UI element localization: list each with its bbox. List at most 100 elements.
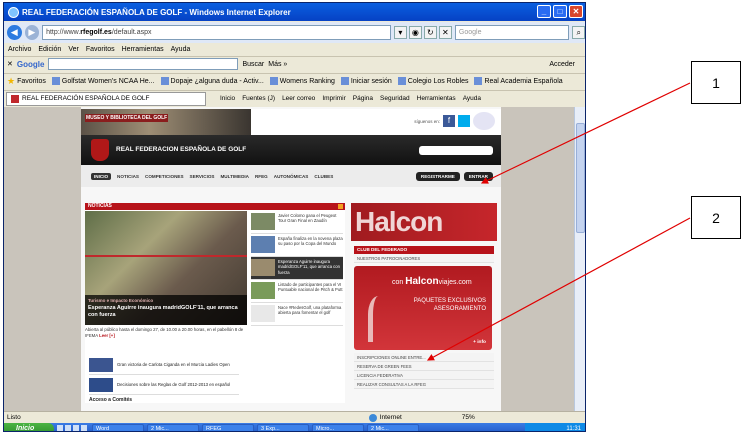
login-button[interactable]: ENTRAR	[463, 171, 493, 181]
register-button[interactable]: REGISTRARME	[415, 171, 460, 181]
refresh-icon[interactable]: ↻	[423, 26, 437, 39]
list-item[interactable]: Nace #RedesGolf, una plataforma abierta …	[251, 303, 343, 326]
menu-bar: Archivo Edición Ver Favoritos Herramient…	[4, 44, 585, 55]
menu-edicion[interactable]: Edición	[38, 46, 61, 53]
main-news-photo[interactable]: Turismo e Impacto Económico Esperanza Ag…	[85, 211, 247, 325]
google-mas-button[interactable]: Más »	[268, 61, 287, 68]
museum-badge[interactable]: MUSEO Y BIBLIOTECA DEL GOLF	[85, 114, 169, 122]
golfer-icon	[368, 296, 394, 342]
list-item[interactable]: Javier Colomo gana el Peugeot Tour Gran …	[251, 211, 343, 234]
acceso-comites-link[interactable]: Acceso a Comités	[89, 397, 132, 403]
list-item[interactable]: Gran victoria de Carlota Ciganda en el M…	[89, 355, 239, 375]
nav-noticias[interactable]: NOTICIAS	[117, 174, 139, 179]
halcon-ad[interactable]: con Halconviajes.com PAQUETES EXCLUSIVOS…	[354, 266, 492, 350]
news-thumb	[89, 357, 113, 372]
cmd-security[interactable]: Seguridad	[380, 95, 410, 102]
taskbar-item[interactable]: 2 Mic...	[147, 424, 199, 431]
licencia-link[interactable]: LICENCIA FEDERATIVA	[354, 371, 494, 380]
vertical-scrollbar[interactable]	[574, 107, 585, 411]
start-button[interactable]: Inicio	[4, 423, 54, 431]
stop-icon[interactable]: ✕	[438, 26, 452, 39]
favorite-link[interactable]: Colegio Los Robles	[397, 77, 468, 85]
google-search-input[interactable]	[48, 58, 239, 70]
taskbar-item[interactable]: RFEG	[202, 424, 254, 431]
nav-servicios[interactable]: SERVICIOS	[190, 174, 215, 179]
status-bar: Listo Internet 75%	[4, 411, 585, 423]
consultas-link[interactable]: REALIZAR CONSULTAS A LA RFEG	[354, 380, 494, 389]
forward-button[interactable]: ▶	[24, 25, 40, 40]
favorite-link[interactable]: Dopaje ¿alguna duda - Activ...	[160, 77, 264, 85]
main-news-caption: Turismo e Impacto Económico Esperanza Ag…	[85, 295, 247, 325]
federation-name[interactable]: REAL FEDERACION ESPAÑOLA DE GOLF	[116, 146, 246, 153]
quick-launch-icon[interactable]	[57, 425, 63, 431]
url-input[interactable]: http://www. rfegolf.es/default.aspx	[42, 25, 391, 40]
nav-multimedia[interactable]: MULTIMEDIA	[220, 174, 249, 179]
nav-inicio[interactable]: INICIO	[91, 172, 112, 180]
google-acceder-button[interactable]: Acceder	[549, 61, 575, 68]
taskbar-item[interactable]: 3 Exp...	[257, 424, 309, 431]
maximize-button[interactable]: □	[553, 5, 567, 18]
list-item[interactable]: Decisiones sobre las Reglas de Golf 2012…	[89, 375, 239, 395]
scrollbar-thumb[interactable]	[576, 123, 585, 233]
rss-icon[interactable]	[338, 204, 343, 209]
twitter-icon[interactable]	[458, 115, 470, 127]
search-provider-input[interactable]: Google	[454, 25, 570, 40]
menu-ver[interactable]: Ver	[68, 46, 79, 53]
favorite-link[interactable]: Real Academia Española	[474, 77, 563, 85]
status-text: Listo	[7, 414, 21, 421]
nav-clubes[interactable]: CLUBES	[314, 174, 333, 179]
nav-rfeg[interactable]: RFEG	[255, 174, 268, 179]
menu-ayuda[interactable]: Ayuda	[171, 46, 191, 53]
callout-1: 1	[691, 61, 741, 104]
site-search-input[interactable]	[419, 146, 493, 155]
quick-launch-icon[interactable]	[81, 425, 87, 431]
quick-launch-icon[interactable]	[65, 425, 71, 431]
cmd-feeds[interactable]: Fuentes (J)	[242, 95, 275, 102]
zoom-level[interactable]: 75%	[462, 414, 475, 421]
close-button[interactable]: ✕	[569, 5, 583, 18]
facebook-icon[interactable]: f	[443, 115, 455, 127]
list-item[interactable]: Esperanza Aguirre inaugura madridGOLF'11…	[251, 257, 343, 280]
rss-icon[interactable]: ◉	[408, 26, 422, 39]
favorite-link[interactable]: Golfstat Women's NCAA He...	[51, 77, 155, 85]
taskbar-item[interactable]: Word	[92, 424, 144, 431]
cmd-print[interactable]: Imprimir	[322, 95, 345, 102]
google-buscar-button[interactable]: Buscar	[242, 61, 264, 68]
taskbar-item[interactable]: 2 Mic...	[367, 424, 419, 431]
minimize-button[interactable]: _	[537, 5, 551, 18]
green-fees-link[interactable]: RESERVA DE GREEN FEES	[354, 362, 494, 371]
ad-info-link[interactable]: + info	[473, 340, 486, 345]
read-more-link[interactable]: Leer [+]	[99, 333, 115, 338]
main-news-headline[interactable]: Esperanza Aguirre inaugura madridGOLF'11…	[88, 305, 244, 318]
back-button[interactable]: ◀	[7, 25, 22, 40]
list-item[interactable]: Listado de participantes para el VI Punt…	[251, 280, 343, 303]
close-toolbar-icon[interactable]: ✕	[7, 60, 13, 68]
taskbar-item[interactable]: Micro...	[312, 424, 364, 431]
page-icon	[340, 77, 349, 85]
favorites-button[interactable]: ★ Favoritos	[7, 76, 46, 87]
list-item[interactable]: España finaliza en la novena plaza su pa…	[251, 234, 343, 257]
nav-autonomicas[interactable]: AUTONÓMICAS	[274, 174, 309, 179]
favorite-link[interactable]: Iniciar sesión	[340, 77, 392, 85]
search-icon[interactable]: ⌕	[572, 26, 585, 39]
inscripciones-online-link[interactable]: INSCRIPCIONES ONLINE ENTRE...	[354, 353, 494, 362]
halcon-banner[interactable]: Halcon	[351, 203, 497, 241]
nav-competiciones[interactable]: COMPETICIONES	[145, 174, 184, 179]
cmd-tools[interactable]: Herramientas	[417, 95, 456, 102]
menu-favoritos[interactable]: Favoritos	[86, 46, 115, 53]
sponsors-link[interactable]: NUESTROS PATROCINADORES	[354, 254, 494, 263]
page-icon	[51, 77, 60, 85]
cmd-home[interactable]: Inicio	[220, 95, 235, 102]
cmd-page[interactable]: Página	[353, 95, 373, 102]
favorites-bar: ★ Favoritos Golfstat Women's NCAA He... D…	[4, 73, 585, 88]
favorite-link[interactable]: Womens Ranking	[269, 77, 335, 85]
cmd-help[interactable]: Ayuda	[463, 95, 481, 102]
menu-archivo[interactable]: Archivo	[8, 46, 31, 53]
news-title: NOTICIAS	[88, 203, 112, 209]
quick-launch-icon[interactable]	[73, 425, 79, 431]
tab-rfeg[interactable]: REAL FEDERACIÓN ESPAÑOLA DE GOLF	[6, 91, 206, 106]
sponsor-seal-icon[interactable]	[473, 112, 495, 130]
dropdown-icon[interactable]: ▾	[393, 26, 407, 39]
menu-herramientas[interactable]: Herramientas	[122, 46, 164, 53]
cmd-mail[interactable]: Leer correo	[282, 95, 315, 102]
